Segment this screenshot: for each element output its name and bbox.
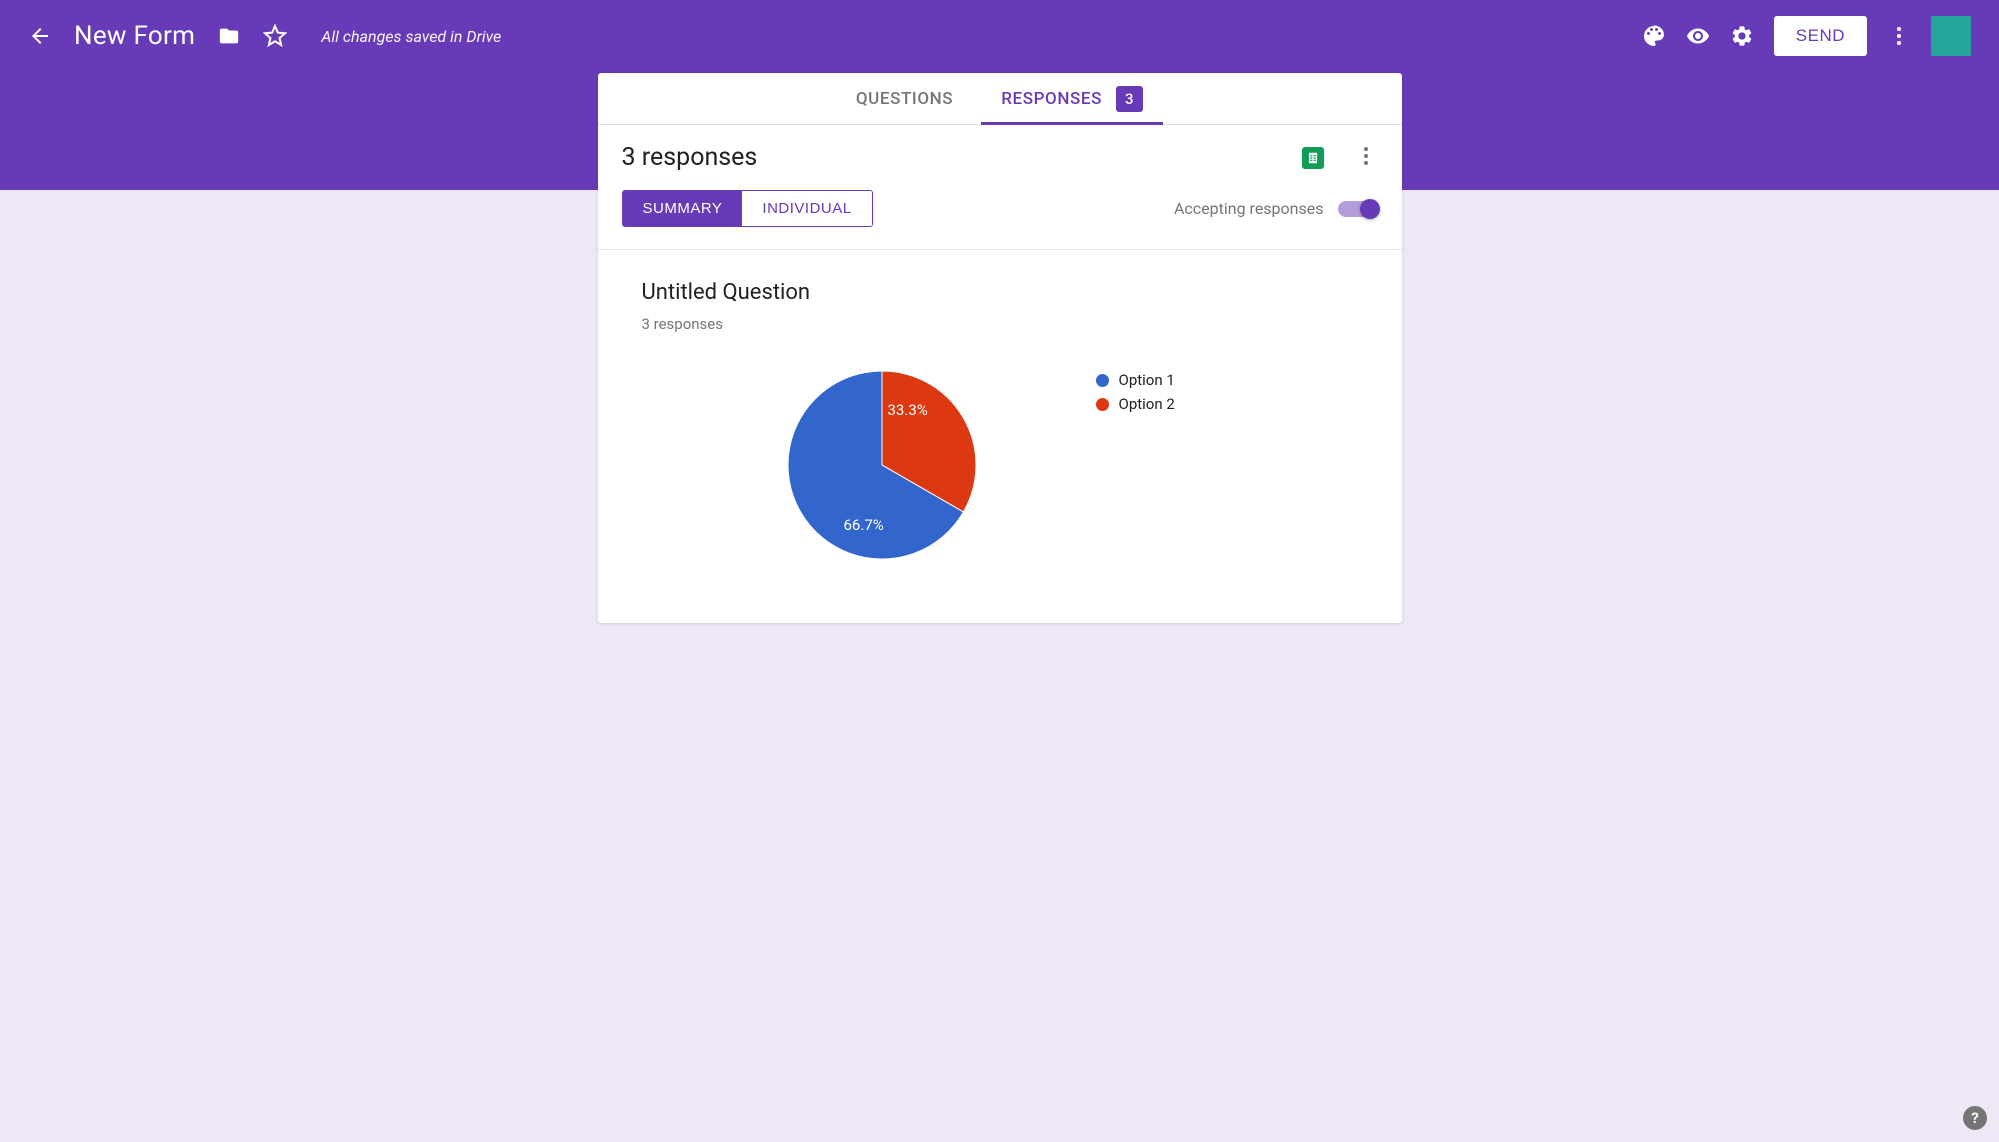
chart-legend: Option 1 Option 2 xyxy=(1096,371,1175,563)
tab-responses[interactable]: RESPONSES 3 xyxy=(1001,73,1143,125)
star-icon[interactable] xyxy=(263,24,287,48)
legend-label: Option 2 xyxy=(1119,395,1175,413)
chart-row: 33.3% 66.7% Option 1 Option 2 xyxy=(642,371,1358,563)
pie-slice-label-option-1: 66.7% xyxy=(844,516,884,534)
settings-gear-icon[interactable] xyxy=(1730,24,1754,48)
individual-toggle-button[interactable]: INDIVIDUAL xyxy=(742,191,871,226)
switch-thumb xyxy=(1360,199,1380,219)
folder-icon[interactable] xyxy=(217,24,241,48)
more-vert-icon[interactable] xyxy=(1887,24,1911,48)
tab-questions[interactable]: QUESTIONS xyxy=(856,73,953,125)
tab-bar: QUESTIONS RESPONSES 3 xyxy=(598,73,1402,125)
summary-toggle-button[interactable]: SUMMARY xyxy=(623,191,743,226)
pie-chart: 33.3% 66.7% xyxy=(788,371,976,563)
header-toolbar: New Form All changes saved in Drive SEND xyxy=(28,12,1971,60)
legend-item-option-2: Option 2 xyxy=(1096,395,1175,413)
responses-more-vert-icon[interactable] xyxy=(1354,144,1378,172)
legend-swatch-icon xyxy=(1096,398,1109,411)
view-toggle-row: SUMMARY INDIVIDUAL Accepting responses xyxy=(622,190,1378,227)
question-response-count: 3 responses xyxy=(642,315,1358,333)
responses-header-top: 3 responses xyxy=(622,143,1378,172)
question-section: Untitled Question 3 responses 33.3% 66.7… xyxy=(598,250,1402,623)
header-left-group: New Form All changes saved in Drive xyxy=(28,21,501,51)
responses-header-section: 3 responses SUMMARY INDIVIDUAL Accepting… xyxy=(598,125,1402,250)
pie-slice-label-option-2: 33.3% xyxy=(888,401,928,419)
account-avatar[interactable] xyxy=(1931,16,1971,56)
accepting-responses-label: Accepting responses xyxy=(1174,199,1324,218)
save-status-text: All changes saved in Drive xyxy=(321,27,501,46)
accepting-responses-switch[interactable] xyxy=(1338,201,1378,217)
legend-item-option-1: Option 1 xyxy=(1096,371,1175,389)
main-card: QUESTIONS RESPONSES 3 3 responses SUMMAR… xyxy=(598,73,1402,623)
responses-count-badge: 3 xyxy=(1116,86,1143,112)
send-button[interactable]: SEND xyxy=(1774,16,1867,56)
view-toggle-group: SUMMARY INDIVIDUAL xyxy=(622,190,873,227)
accepting-responses-control: Accepting responses xyxy=(1174,199,1378,218)
tab-responses-label: RESPONSES xyxy=(1001,89,1102,109)
responses-heading: 3 responses xyxy=(622,143,1302,172)
back-arrow-icon[interactable] xyxy=(28,24,52,48)
question-title: Untitled Question xyxy=(642,280,1358,305)
theme-palette-icon[interactable] xyxy=(1642,24,1666,48)
legend-label: Option 1 xyxy=(1119,371,1175,389)
sheets-export-icon[interactable] xyxy=(1302,147,1324,169)
header-right-group: SEND xyxy=(1642,16,1971,56)
help-icon[interactable]: ? xyxy=(1963,1106,1987,1130)
form-title[interactable]: New Form xyxy=(74,21,195,51)
preview-eye-icon[interactable] xyxy=(1686,24,1710,48)
legend-swatch-icon xyxy=(1096,374,1109,387)
